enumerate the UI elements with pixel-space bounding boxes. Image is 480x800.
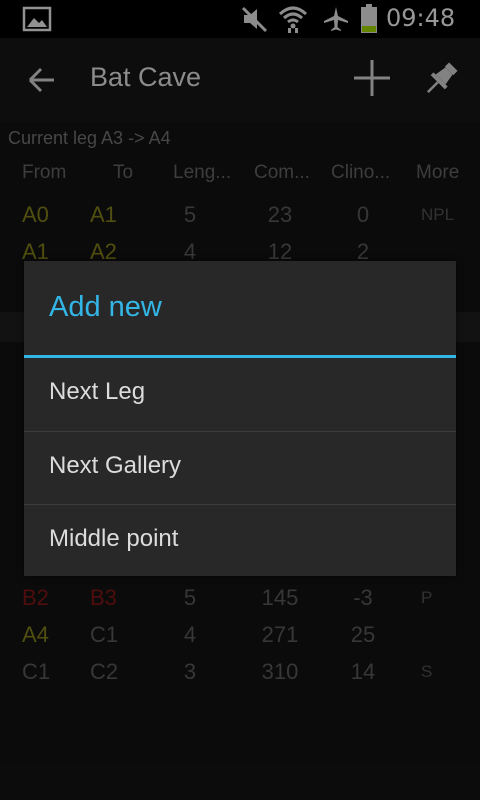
menu-item-middle-point[interactable]: Middle point: [24, 505, 456, 577]
add-new-dialog: Add new Next Leg Next Gallery Middle poi…: [24, 261, 456, 576]
menu-item-label: Next Leg: [49, 378, 146, 405]
menu-item-next-leg[interactable]: Next Leg: [24, 358, 456, 430]
menu-item-next-gallery[interactable]: Next Gallery: [24, 432, 456, 504]
menu-item-label: Middle point: [49, 525, 179, 552]
menu-item-label: Next Gallery: [49, 452, 182, 479]
screen: 09:48 Bat Cave Current leg A3 -> A4 From…: [0, 0, 480, 800]
dialog-title: Add new: [49, 291, 162, 323]
